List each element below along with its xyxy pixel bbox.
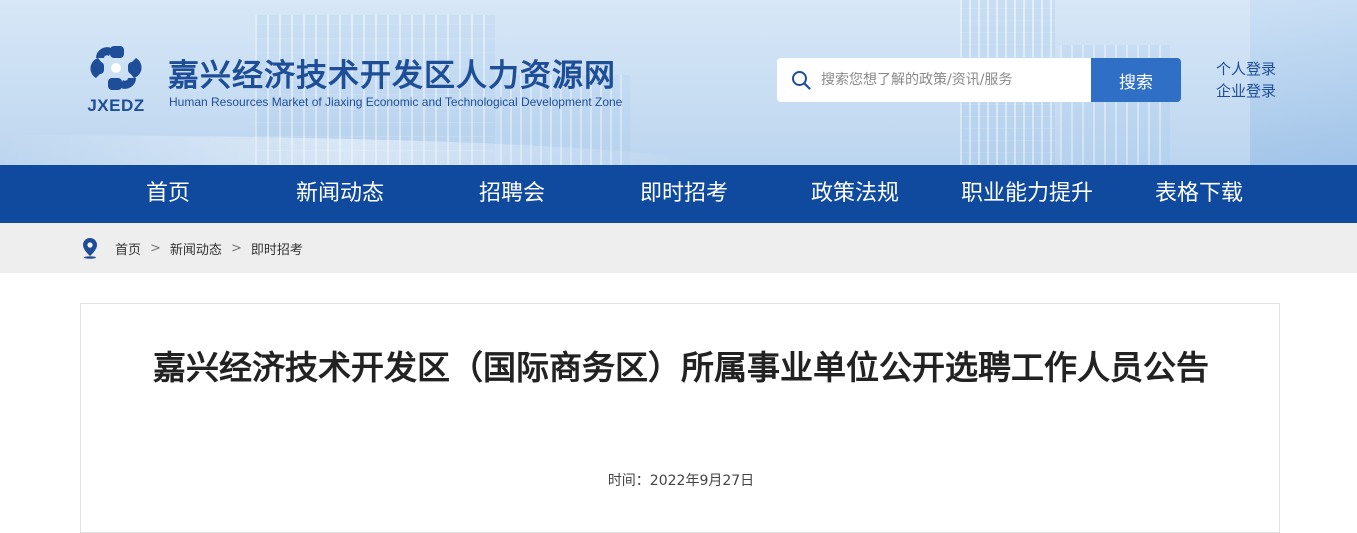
site-subtitle: Human Resources Market of Jiaxing Econom… <box>169 95 623 109</box>
breadcrumb-item-home[interactable]: 首页 <box>115 239 141 258</box>
search-button[interactable]: 搜索 <box>1091 58 1181 102</box>
nav-item-job-fair[interactable]: 招聘会 <box>426 165 598 223</box>
nav-item-news[interactable]: 新闻动态 <box>254 165 426 223</box>
breadcrumb-trail: 首页 > 新闻动态 > 即时招考 <box>115 223 303 273</box>
breadcrumb: 首页 > 新闻动态 > 即时招考 <box>0 223 1357 273</box>
article-date: 时间：2022年9月27日 <box>607 473 755 489</box>
logo-abbreviation: JXEDZ <box>87 96 145 115</box>
personal-login-link[interactable]: 个人登录 <box>1216 58 1296 80</box>
nav-item-policies[interactable]: 政策法规 <box>770 165 940 223</box>
nav-item-forms[interactable]: 表格下载 <box>1114 165 1284 223</box>
breadcrumb-item-news[interactable]: 新闻动态 <box>170 239 222 258</box>
search-icon <box>792 71 811 90</box>
nav-item-skills[interactable]: 职业能力提升 <box>940 165 1114 223</box>
site-logo[interactable]: JXEDZ <box>80 44 152 116</box>
breadcrumb-separator: > <box>150 240 161 256</box>
company-login-link[interactable]: 企业登录 <box>1216 80 1296 102</box>
site-header: JXEDZ 嘉兴经济技术开发区人力资源网 Human Resources Mar… <box>0 0 1357 165</box>
jxedz-logo-icon <box>90 46 142 90</box>
nav-item-recruitment[interactable]: 即时招考 <box>598 165 770 223</box>
article-title: 嘉兴经济技术开发区（国际商务区）所属事业单位公开选聘工作人员公告 <box>153 348 1209 387</box>
location-pin-icon <box>83 238 97 259</box>
search-input[interactable] <box>821 58 1083 102</box>
nav-item-home[interactable]: 首页 <box>82 165 254 223</box>
breadcrumb-item-recruitment[interactable]: 即时招考 <box>251 239 303 258</box>
site-title[interactable]: 嘉兴经济技术开发区人力资源网 <box>168 50 616 95</box>
main-nav: 首页 新闻动态 招聘会 即时招考 政策法规 职业能力提升 表格下载 <box>0 165 1357 223</box>
search-box <box>777 58 1091 102</box>
breadcrumb-separator: > <box>230 240 242 256</box>
search-bar: 搜索 <box>777 58 1181 102</box>
article-panel: 嘉兴经济技术开发区（国际商务区）所属事业单位公开选聘工作人员公告 时间：2022… <box>80 303 1280 533</box>
login-links: 个人登录 企业登录 <box>1216 58 1296 102</box>
